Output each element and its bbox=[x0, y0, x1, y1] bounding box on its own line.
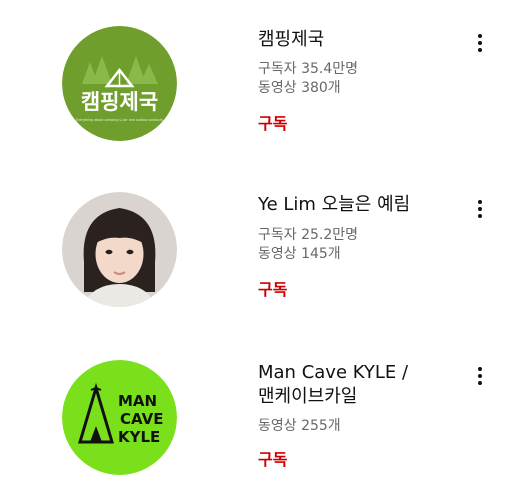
subscribe-button[interactable]: 구독 bbox=[258, 110, 287, 134]
mancave-kyle-logo: MAN CAVE KYLE bbox=[62, 360, 177, 475]
channel-avatar[interactable]: MAN CAVE KYLE bbox=[62, 360, 177, 475]
video-count: 동영상 380개 bbox=[258, 80, 341, 96]
svg-text:Everything about camping & car: Everything about camping & car and outdo… bbox=[76, 118, 164, 122]
channel-info: Man Cave KYLE / 맨케이브카일 동영상 255개 구독 bbox=[258, 361, 408, 470]
channel-info: Ye Lim 오늘은 예림 구독자 25.2만명 동영상 145개 구독 bbox=[258, 193, 410, 300]
video-count: 동영상 145개 bbox=[258, 246, 341, 262]
subscriber-count: 구독자 25.2만명 bbox=[258, 227, 359, 243]
more-vert-icon[interactable] bbox=[468, 197, 492, 221]
portrait-photo bbox=[62, 192, 177, 307]
channel-name[interactable]: Ye Lim 오늘은 예림 bbox=[258, 193, 410, 217]
channel-info: 캠핑제국 구독자 35.4만명 동영상 380개 구독 bbox=[258, 28, 358, 134]
channel-name-line2[interactable]: 맨케이브카일 bbox=[258, 385, 408, 409]
more-vert-icon[interactable] bbox=[468, 31, 492, 55]
svg-text:캠핑제국: 캠핑제국 bbox=[81, 90, 158, 114]
svg-text:MAN: MAN bbox=[118, 392, 157, 410]
subscribe-button[interactable]: 구독 bbox=[258, 446, 287, 470]
channel-avatar[interactable]: 캠핑제국 Everything about camping & car and … bbox=[62, 26, 177, 141]
channel-name[interactable]: Man Cave KYLE / bbox=[258, 361, 408, 385]
campingjeguk-logo: 캠핑제국 Everything about camping & car and … bbox=[62, 26, 177, 141]
svg-text:KYLE: KYLE bbox=[118, 428, 160, 446]
subscriber-count: 구독자 35.4만명 bbox=[258, 61, 359, 77]
channel-name[interactable]: 캠핑제국 bbox=[258, 28, 358, 52]
subscribe-button[interactable]: 구독 bbox=[258, 276, 287, 300]
video-count: 동영상 255개 bbox=[258, 418, 341, 434]
channel-avatar[interactable] bbox=[62, 192, 177, 307]
svg-text:CAVE: CAVE bbox=[120, 410, 163, 428]
more-vert-icon[interactable] bbox=[468, 364, 492, 388]
